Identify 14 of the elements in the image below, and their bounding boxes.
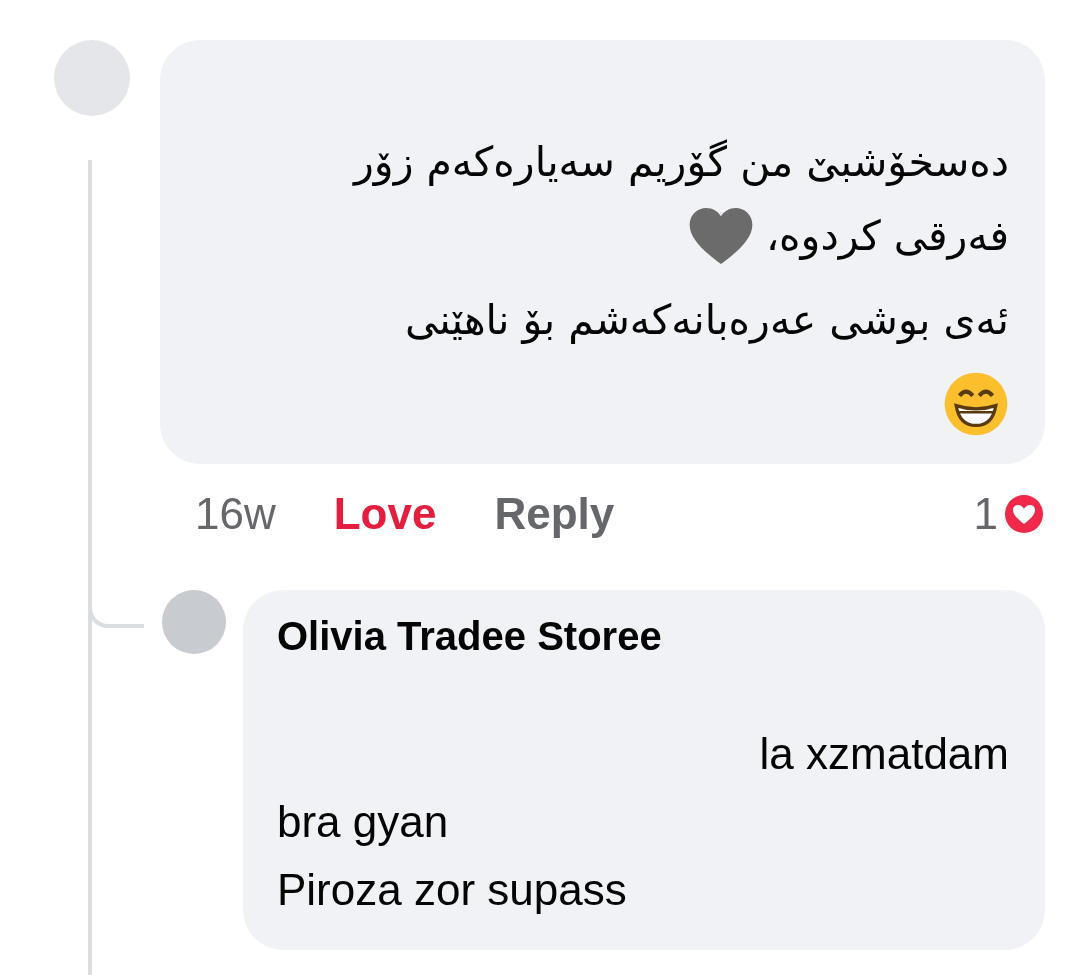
reply-button[interactable]: Reply xyxy=(494,489,615,539)
timestamp: 16w xyxy=(195,489,276,539)
reply-text: bra gyan xyxy=(277,797,449,847)
author-name[interactable]: Olivia Tradee Storee xyxy=(277,614,1009,659)
reply-text: la xzmatdam xyxy=(759,729,1009,779)
comment-text: ئەی بوشی عەرەبانەکەشم بۆ ناهێنی xyxy=(405,296,1009,344)
comment-text: دەسخۆشبێ من گۆریم سەیارەکەم زۆر xyxy=(354,138,1009,186)
grinning-face-icon xyxy=(943,371,1009,437)
heart-icon xyxy=(687,206,754,266)
reply-text: Piroza zor supass xyxy=(277,865,627,915)
reaction-count: 1 xyxy=(973,489,998,539)
love-button[interactable]: Love xyxy=(333,489,437,539)
heart-reaction-icon[interactable] xyxy=(1004,494,1044,534)
comment-text: فەرقی کردوە، xyxy=(765,212,1009,260)
